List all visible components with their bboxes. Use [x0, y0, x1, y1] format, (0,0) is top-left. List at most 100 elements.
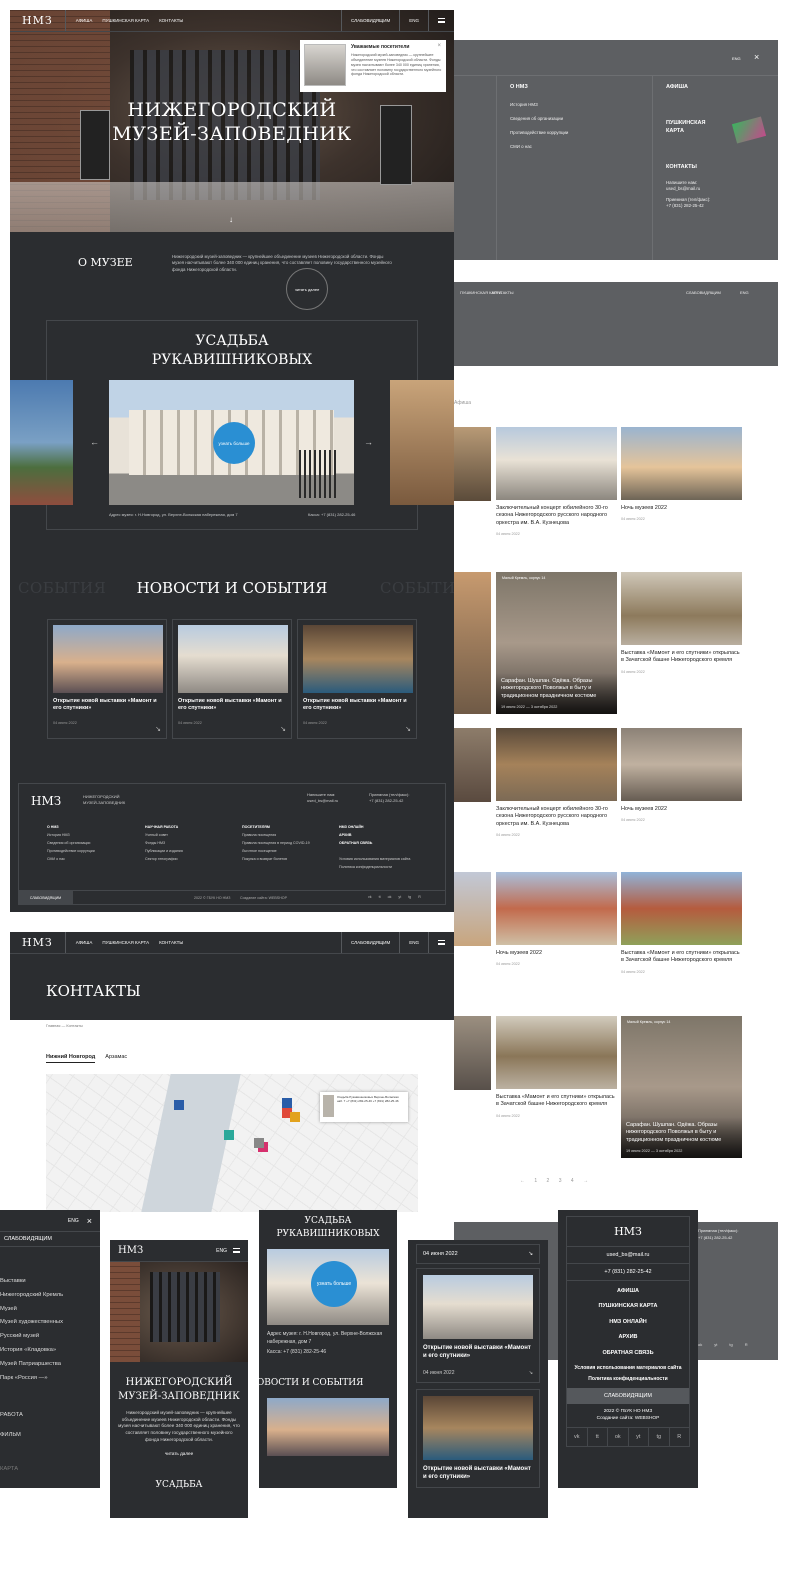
event-card[interactable]: Заключительный концерт юбилейного 30-го …	[496, 427, 617, 536]
language-switch[interactable]: ENG	[399, 932, 428, 953]
language-switch[interactable]: ENG	[732, 56, 741, 61]
menu-link[interactable]: Музей Патриаршества	[0, 1358, 100, 1372]
nav-afisha[interactable]: АФИША	[76, 940, 93, 945]
close-icon[interactable]: ×	[754, 52, 759, 62]
footer-link[interactable]: Покупка и возврат билетов	[242, 857, 287, 861]
footer-logo[interactable]: НМЗ	[567, 1217, 689, 1247]
menu-link[interactable]: ФИЛЬМ	[0, 1429, 100, 1443]
menu-button[interactable]	[428, 932, 454, 953]
learn-more-button[interactable]: узнать больше	[213, 422, 255, 464]
ok-icon[interactable]: ok	[608, 1428, 629, 1447]
read-more-link[interactable]: читать далее	[110, 1451, 248, 1456]
news-card[interactable]: Открытие новой выставки «Мамонт и его сп…	[416, 1268, 540, 1384]
menu-button[interactable]	[428, 10, 454, 31]
nav-contacts[interactable]: КОНТАКТЫ	[159, 940, 183, 945]
footer-phone[interactable]: +7 (831) 282-25-42	[369, 798, 409, 804]
footer-link[interactable]: ОБРАТНАЯ СВЯЗЬ	[567, 1346, 689, 1361]
footer-legal-link[interactable]: Условия использования материалов сайта	[339, 857, 410, 861]
read-more-button[interactable]: читать далее	[286, 268, 328, 310]
footer-link[interactable]: АРХИВ	[567, 1330, 689, 1345]
map-marker[interactable]	[174, 1100, 184, 1110]
tiktok-icon[interactable]: tt	[588, 1428, 608, 1447]
menu-phone[interactable]: +7 (831) 282-25-42	[666, 203, 704, 209]
footer-link[interactable]: НМЗ ОНЛАЙН	[567, 1315, 689, 1330]
footer-link[interactable]: Противодействие коррупции	[47, 849, 95, 853]
menu-pushkin-card[interactable]: ПУШКИНСКАЯ КАРТА	[666, 120, 705, 135]
nav-contacts[interactable]: КОНТАКТЫ	[159, 18, 183, 23]
footer-link[interactable]: АФИША	[567, 1284, 689, 1299]
footer-link[interactable]: Льготное посещение	[242, 849, 277, 853]
menu-link[interactable]: Музей	[0, 1303, 100, 1317]
slide-next-image[interactable]	[390, 380, 454, 505]
footer-email[interactable]: used_bs@mail.ru	[567, 1247, 689, 1264]
close-icon[interactable]: ×	[87, 1216, 92, 1226]
language-switch[interactable]: ENG	[68, 1218, 79, 1224]
telegram-icon[interactable]: tg	[729, 1342, 732, 1347]
menu-link[interactable]: КАРТА	[0, 1463, 100, 1477]
vk-icon[interactable]: vk	[567, 1428, 588, 1447]
footer-logo[interactable]: НМЗ	[31, 794, 61, 808]
accessibility-button[interactable]: СЛАБОВИДЯЩИМ	[18, 891, 73, 905]
news-card[interactable]: Открытие новой выставки «Мамонт и его сп…	[297, 619, 417, 739]
menu-link[interactable]: История НМЗ	[510, 102, 538, 107]
rutube-icon[interactable]: R	[670, 1428, 690, 1446]
menu-contacts[interactable]: КОНТАКТЫ	[666, 164, 697, 170]
event-card-featured[interactable]: Малый Кремль, корпус 14 Сарафан. Шушпан.…	[496, 572, 617, 714]
footer-link[interactable]: История НМЗ	[47, 833, 70, 837]
event-card[interactable]: Ночь музеев 2022 04 июня 2022	[621, 728, 742, 822]
footer-link[interactable]: Правила посещения в период COVID-19	[242, 841, 310, 845]
news-card[interactable]: Открытие новой выставки «Мамонт и его сп…	[172, 619, 292, 739]
footer-col-head[interactable]: ПОСЕТИТЕЛЯМ	[242, 825, 270, 829]
breadcrumb[interactable]: Афиша	[454, 400, 471, 407]
telegram-icon[interactable]: tg	[649, 1428, 670, 1447]
menu-link[interactable]: Выставки	[0, 1275, 100, 1289]
footer-privacy-link[interactable]: Политика конфиденциальности	[339, 865, 392, 869]
footer-email[interactable]: used_bs@mail.ru	[307, 798, 338, 804]
event-card[interactable]: Ночь музеев 2022 04 июня 2022	[621, 427, 742, 521]
map-marker[interactable]	[290, 1112, 300, 1122]
menu-link[interactable]: Нижегородский Кремль	[0, 1289, 100, 1303]
site-logo[interactable]: НМЗ	[10, 932, 66, 953]
menu-link[interactable]: История «Кладовка»	[0, 1344, 100, 1358]
news-card-collapsed[interactable]: 04 июня 2022 ↘	[416, 1244, 540, 1264]
site-logo[interactable]: НМЗ	[118, 1245, 143, 1256]
footer-col-head[interactable]: НМЗ ОНЛАЙН	[339, 825, 364, 829]
accessibility-button[interactable]: СЛАБОВИДЯЩИМ	[686, 290, 721, 295]
tab-arzamas[interactable]: Арзамас	[105, 1054, 127, 1063]
site-logo[interactable]: НМЗ	[10, 10, 66, 31]
footer-link[interactable]: АРХИВ	[339, 833, 351, 837]
accessibility-button[interactable]: СЛАБОВИДЯЩИМ	[341, 932, 399, 953]
footer-link[interactable]: ПУШКИНСКАЯ КАРТА	[567, 1299, 689, 1314]
scroll-down-icon[interactable]: ↓	[229, 215, 233, 224]
footer-link[interactable]: СМИ о нас	[47, 857, 65, 861]
menu-email[interactable]: used_bs@mail.ru	[666, 186, 700, 192]
language-switch[interactable]: ENG	[399, 10, 428, 31]
tab-nizhny[interactable]: Нижний Новгород	[46, 1054, 96, 1063]
map-marker[interactable]	[224, 1130, 234, 1140]
contacts-map[interactable]: Усадьба Рукавишниковых Верхне-Волжская н…	[46, 1074, 418, 1212]
footer-phone[interactable]: +7 (831) 282-25-42	[567, 1264, 689, 1281]
arrow-right-icon[interactable]: →	[364, 437, 373, 447]
menu-link[interactable]: Парк «Россия —»	[0, 1372, 100, 1386]
nav-pushkin-card[interactable]: ПУШКИНСКАЯ КАРТА	[102, 940, 149, 945]
arrow-left-icon[interactable]: ←	[90, 437, 99, 447]
nav-pushkin-card[interactable]: ПУШКИНСКАЯ КАРТА	[102, 18, 149, 23]
breadcrumb[interactable]: Главная — Контакты	[46, 1024, 83, 1028]
tiktok-icon[interactable]: tt	[379, 895, 381, 899]
menu-link[interactable]: СМИ о нас	[510, 144, 532, 149]
event-card[interactable]: Заключительный концерт юбилейного 30-го …	[496, 728, 617, 837]
map-marker[interactable]	[282, 1098, 292, 1108]
accessibility-button[interactable]: СЛАБОВИДЯЩИМ	[341, 10, 399, 31]
menu-link[interactable]: Русский музей	[0, 1330, 100, 1344]
slide-prev-image[interactable]	[10, 380, 73, 505]
menu-afisha[interactable]: АФИША	[666, 84, 688, 90]
accessibility-button[interactable]: СЛАБОВИДЯЩИМ	[0, 1232, 100, 1247]
pagination[interactable]: ← 1 2 3 4 →	[520, 1178, 592, 1184]
footer-link[interactable]: Публикации и издания	[145, 849, 183, 853]
language-switch[interactable]: ENG	[216, 1248, 227, 1254]
footer-link[interactable]: Сектор этнографии	[145, 857, 177, 861]
news-card[interactable]: Открытие новой выставки «Мамонт и его сп…	[47, 619, 167, 739]
footer-col-head[interactable]: НАУЧНАЯ РАБОТА	[145, 825, 178, 829]
footer-link[interactable]: Ученый совет	[145, 833, 168, 837]
footer-legal-link[interactable]: Условия использования материалов сайта	[567, 1361, 689, 1377]
